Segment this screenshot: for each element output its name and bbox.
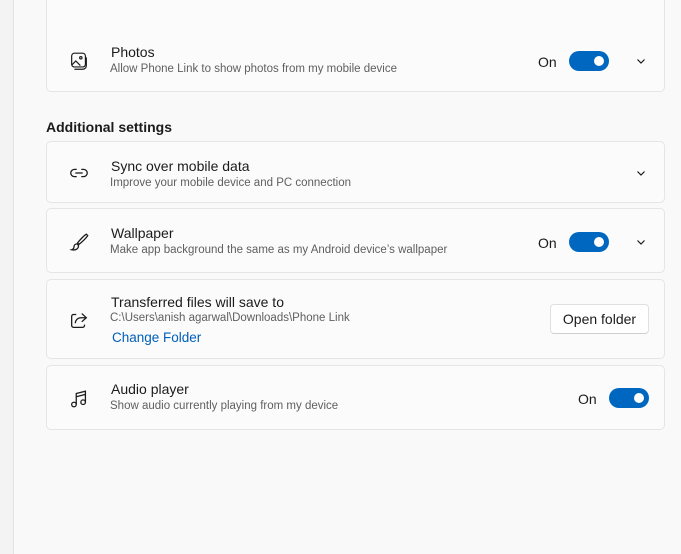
audio-title: Audio player [111, 381, 189, 397]
additional-settings-heading: Additional settings [46, 119, 172, 135]
link-icon [67, 161, 91, 185]
chevron-down-icon[interactable] [635, 236, 647, 248]
music-note-icon [67, 387, 91, 411]
share-icon [67, 308, 91, 332]
navigation-pane-edge [0, 0, 14, 554]
photos-description: Allow Phone Link to show photos from my … [110, 63, 398, 75]
wallpaper-title: Wallpaper [111, 225, 174, 241]
photos-title: Photos [111, 44, 155, 60]
audio-player-toggle[interactable] [609, 388, 649, 408]
sync-setting-card[interactable]: Sync over mobile data Improve your mobil… [46, 141, 665, 203]
audio-description: Show audio currently playing from my dev… [110, 400, 339, 412]
chevron-down-icon[interactable] [635, 55, 647, 67]
chevron-down-icon[interactable] [635, 167, 647, 179]
open-folder-button[interactable]: Open folder [550, 304, 649, 334]
audio-toggle-state: On [578, 391, 597, 407]
wallpaper-setting-card[interactable]: Wallpaper Make app background the same a… [46, 208, 665, 273]
photos-setting-card[interactable]: Photos Allow Phone Link to show photos f… [46, 0, 665, 92]
transfer-path: C:\Users\anish agarwal\Downloads\Phone L… [110, 312, 350, 324]
sync-description: Improve your mobile device and PC connec… [110, 177, 351, 189]
wallpaper-toggle-state: On [538, 235, 557, 251]
photos-toggle[interactable] [569, 51, 609, 71]
toggle-knob [594, 237, 604, 247]
wallpaper-toggle[interactable] [569, 232, 609, 252]
toggle-knob [594, 56, 604, 66]
toggle-knob [634, 393, 644, 403]
brush-icon [67, 230, 91, 254]
photos-toggle-state: On [538, 54, 557, 70]
sync-title: Sync over mobile data [111, 158, 250, 174]
transfer-title: Transferred files will save to [111, 294, 284, 310]
transfer-folder-card: Transferred files will save to C:\Users\… [46, 279, 665, 359]
change-folder-link[interactable]: Change Folder [112, 330, 201, 345]
audio-player-card: Audio player Show audio currently playin… [46, 365, 665, 430]
wallpaper-description: Make app background the same as my Andro… [110, 244, 448, 256]
photos-icon [67, 49, 91, 73]
